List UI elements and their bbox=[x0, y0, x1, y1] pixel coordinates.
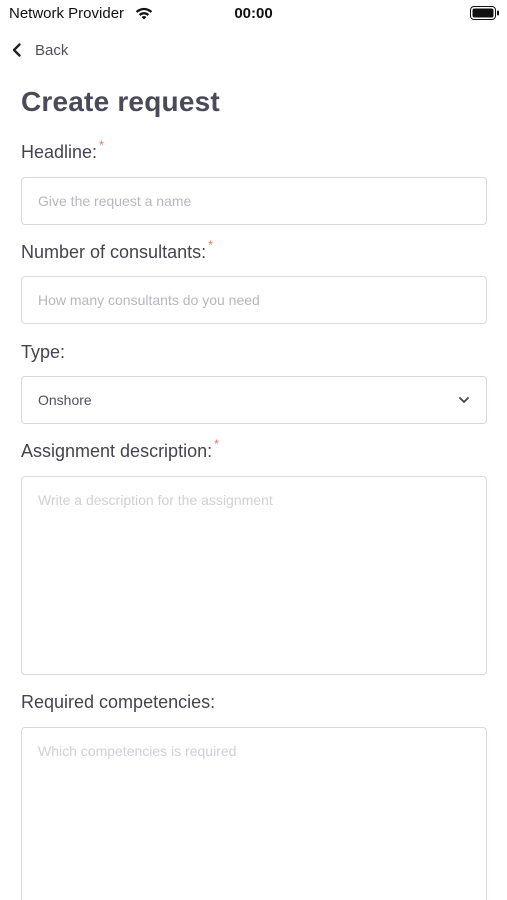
create-request-screen: Network Provider 00:00 Back Create reque… bbox=[0, 0, 507, 900]
competencies-textarea[interactable] bbox=[21, 727, 487, 900]
status-bar: Network Provider 00:00 bbox=[0, 0, 507, 28]
type-select-value: Onshore bbox=[38, 392, 92, 408]
description-textarea[interactable] bbox=[21, 476, 487, 675]
consultants-label-text: Number of consultants: bbox=[21, 242, 207, 262]
type-label-text: Type: bbox=[21, 342, 66, 362]
status-time: 00:00 bbox=[234, 5, 273, 22]
consultants-input[interactable] bbox=[21, 276, 487, 324]
headline-input[interactable] bbox=[21, 177, 487, 225]
required-marker: * bbox=[208, 238, 213, 252]
chevron-left-icon bbox=[12, 43, 21, 57]
headline-label: Headline: * bbox=[21, 138, 104, 163]
headline-label-text: Headline: bbox=[21, 142, 98, 162]
page-title: Create request bbox=[21, 86, 220, 117]
competencies-label: Required competencies: bbox=[21, 692, 215, 713]
battery-icon bbox=[470, 6, 499, 20]
type-select[interactable]: Onshore bbox=[21, 376, 487, 424]
back-button[interactable]: Back bbox=[10, 38, 68, 62]
description-label-text: Assignment description: bbox=[21, 441, 213, 461]
required-marker: * bbox=[99, 138, 104, 152]
chevron-down-icon bbox=[459, 397, 469, 403]
back-label: Back bbox=[35, 41, 69, 59]
competencies-label-text: Required competencies: bbox=[21, 692, 216, 712]
type-label: Type: bbox=[21, 342, 65, 363]
required-marker: * bbox=[214, 437, 219, 451]
description-label: Assignment description: * bbox=[21, 437, 219, 462]
consultants-label: Number of consultants: * bbox=[21, 238, 213, 263]
